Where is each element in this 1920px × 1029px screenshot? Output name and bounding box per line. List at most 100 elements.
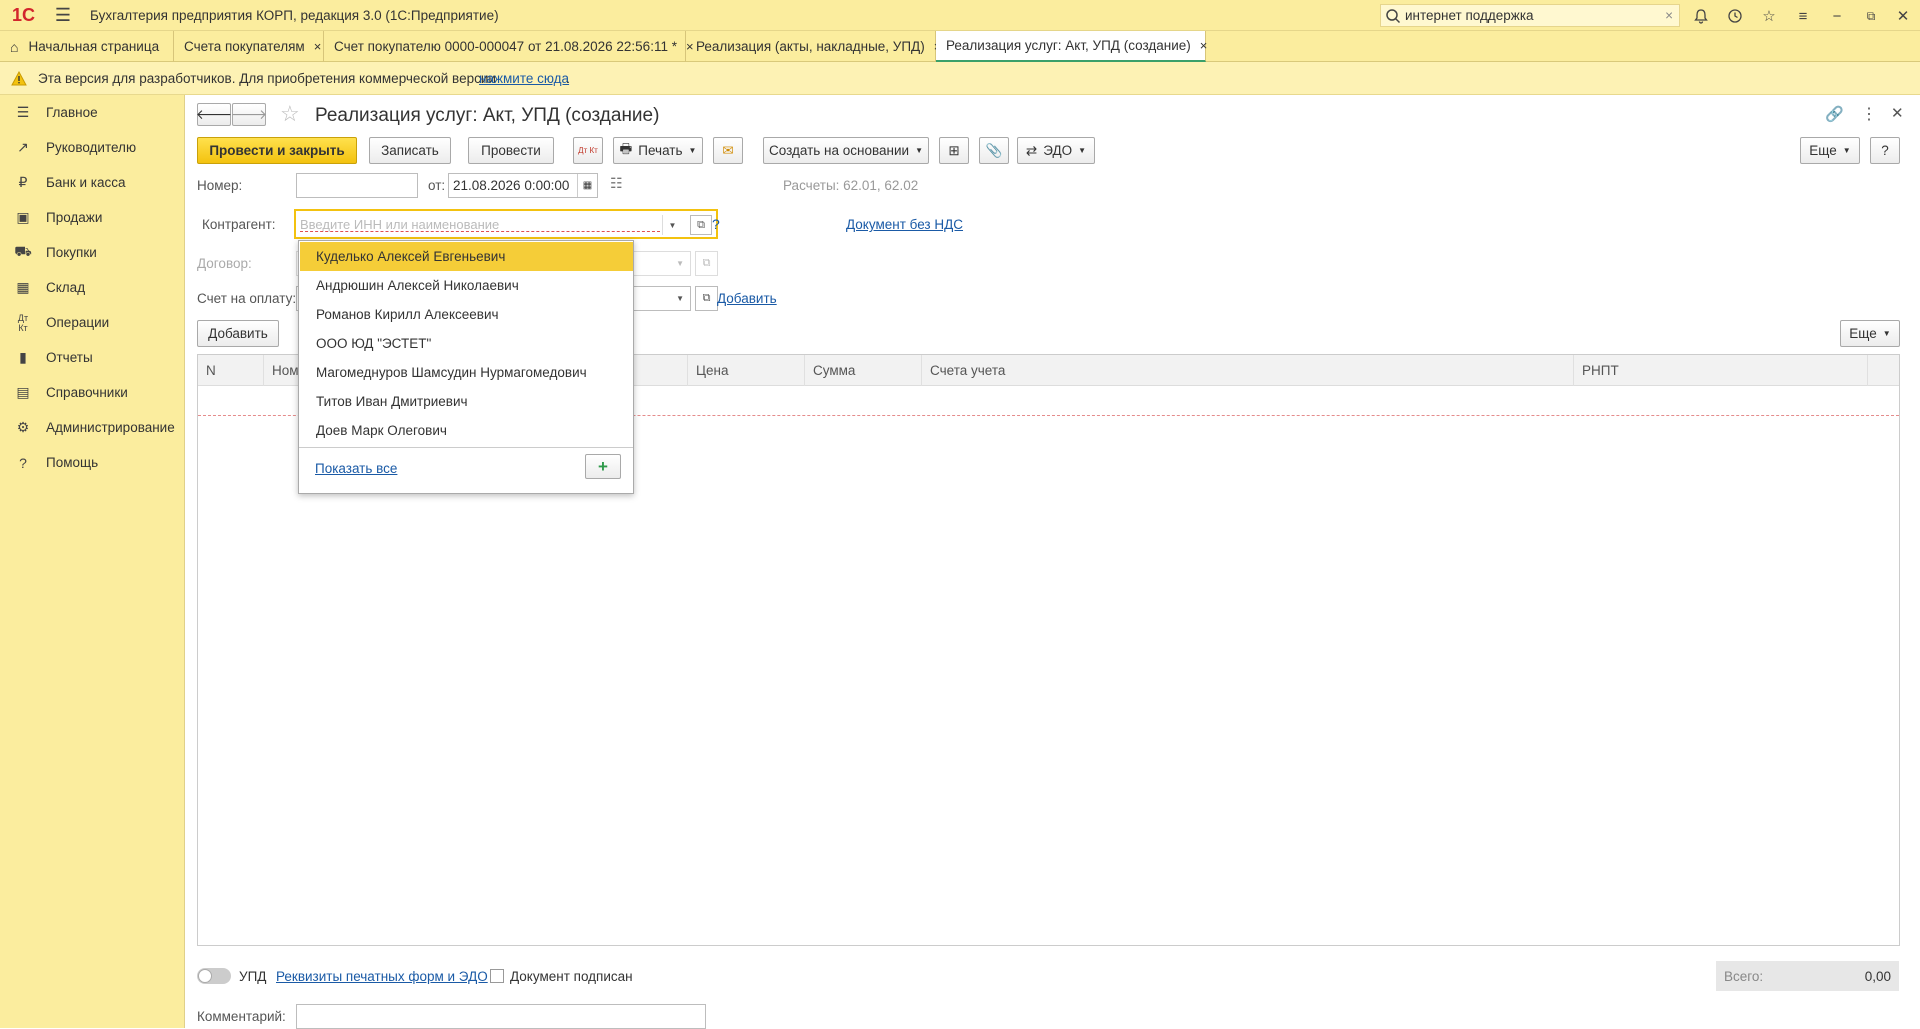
tab-close-icon[interactable]: ×: [314, 39, 322, 54]
more-button[interactable]: Еще ▼: [1800, 137, 1860, 164]
chevron-down-icon[interactable]: ▼: [662, 215, 682, 235]
sidebar-item-management[interactable]: ↗ Руководителю: [0, 130, 185, 165]
sidebar-item-bank[interactable]: ₽ Банк и касса: [0, 165, 185, 200]
create-counterparty-button[interactable]: +: [585, 454, 621, 479]
form-close-icon[interactable]: ✕: [1891, 104, 1904, 122]
back-button[interactable]: 🡐: [196, 103, 232, 126]
sidebar-item-main[interactable]: ☰ Главное: [0, 95, 185, 130]
open-icon[interactable]: ⧉: [690, 215, 712, 235]
tab-buyer-invoice-47[interactable]: Счет покупателю 0000-000047 от 21.08.202…: [324, 31, 694, 62]
column-sum[interactable]: Сумма: [805, 355, 922, 386]
dropdown-item[interactable]: ООО ЮД "ЭСТЕТ": [300, 329, 633, 358]
sidebar-item-warehouse[interactable]: ▦ Склад: [0, 270, 185, 305]
table-more-button[interactable]: Еще ▼: [1840, 320, 1900, 347]
signed-checkbox[interactable]: [490, 969, 504, 983]
structure-button[interactable]: ⊞: [939, 137, 969, 164]
tab-close-icon[interactable]: ×: [1200, 38, 1208, 53]
number-label: Номер:: [197, 178, 243, 193]
cart-icon: ⛟: [14, 243, 32, 259]
edo-button[interactable]: ⇄ ЭДО ▼: [1017, 137, 1095, 164]
tab-sales-services-create[interactable]: Реализация услуг: Акт, УПД (создание) ×: [936, 31, 1208, 62]
column-rnpt[interactable]: РНПТ: [1574, 355, 1868, 386]
print-requisites-link[interactable]: Реквизиты печатных форм и ЭДО: [276, 969, 488, 984]
forward-button[interactable]: 🡒: [231, 103, 267, 126]
open-icon: ⧉: [695, 251, 718, 276]
sidebar-item-reports[interactable]: ▮ Отчеты: [0, 340, 185, 375]
dropdown-divider: [299, 447, 633, 448]
number-field[interactable]: [296, 173, 418, 198]
column-price[interactable]: Цена: [688, 355, 805, 386]
column-accounts[interactable]: Счета учета: [922, 355, 1574, 386]
create-based-on-button[interactable]: Создать на основании ▼: [763, 137, 929, 164]
dropdown-item[interactable]: Куделько Алексей Евгеньевич: [300, 242, 633, 271]
comment-field[interactable]: [296, 1004, 706, 1029]
functions-menu-icon[interactable]: ≡: [1792, 5, 1814, 27]
edo-icon: ⇄: [1025, 142, 1038, 158]
favorites-star-icon[interactable]: ☆: [1758, 5, 1780, 27]
bar-chart-icon: ▮: [19, 349, 27, 365]
history-icon[interactable]: [1724, 5, 1746, 27]
more-actions-icon[interactable]: ⋮: [1861, 104, 1877, 124]
sidebar-item-label: Руководителю: [46, 140, 137, 155]
clear-search-icon[interactable]: ×: [1665, 8, 1673, 23]
date-field[interactable]: 21.08.2026 0:00:00 ▦: [448, 173, 598, 198]
ruble-icon: ₽: [18, 174, 28, 190]
toggle-knob: [198, 969, 212, 983]
sidebar-item-label: Отчеты: [46, 350, 93, 365]
sidebar-item-directories[interactable]: ▤ Справочники: [0, 375, 185, 410]
dropdown-item[interactable]: Романов Кирилл Алексеевич: [300, 300, 633, 329]
upd-toggle[interactable]: [197, 968, 231, 984]
print-button[interactable]: 🖶 Печать ▼: [613, 137, 703, 164]
post-button[interactable]: Провести: [468, 137, 554, 164]
bell-icon[interactable]: [1690, 5, 1712, 27]
email-button[interactable]: ✉: [713, 137, 743, 164]
add-invoice-link[interactable]: Добавить: [717, 291, 777, 306]
calendar-icon[interactable]: ▦: [577, 174, 597, 197]
sidebar-item-purchases[interactable]: ⛟ Покупки: [0, 235, 185, 270]
window-close-icon[interactable]: ✕: [1892, 5, 1914, 27]
show-all-link[interactable]: Показать все: [315, 461, 397, 476]
dropdown-item[interactable]: Титов Иван Дмитриевич: [300, 387, 633, 416]
tab-label: Реализация (акты, накладные, УПД): [696, 39, 925, 54]
printer-icon: 🖶: [619, 141, 633, 156]
dt-kt-button[interactable]: Дт Кт: [573, 137, 603, 164]
dropdown-item[interactable]: Магомеднуров Шамсудин Нурмагомедович: [300, 358, 633, 387]
sidebar-item-help[interactable]: ? Помощь: [0, 445, 185, 480]
counterparty-help-icon[interactable]: ?: [712, 216, 720, 232]
search-input[interactable]: интернет поддержка: [1405, 8, 1665, 23]
tab-sales-list[interactable]: Реализация (акты, накладные, УПД) ×: [686, 31, 941, 62]
purchase-link[interactable]: нажмите сюда: [479, 71, 569, 86]
chevron-down-icon: ▼: [1842, 146, 1851, 155]
column-n[interactable]: N: [198, 355, 264, 386]
post-and-close-button[interactable]: Провести и закрыть: [197, 137, 357, 164]
add-row-button[interactable]: Добавить: [197, 320, 279, 347]
document-form: 🡐 🡒 ☆ Реализация услуг: Акт, УПД (создан…: [185, 95, 1920, 1029]
sidebar-item-operations[interactable]: Дт Кт Операции: [0, 305, 185, 340]
no-vat-link[interactable]: Документ без НДС: [846, 217, 963, 232]
chevron-down-icon[interactable]: ▼: [676, 294, 684, 303]
restore-icon[interactable]: ⧉: [1860, 5, 1882, 27]
dropdown-item[interactable]: Андрюшин Алексей Николаевич: [300, 271, 633, 300]
attach-button[interactable]: 📎: [979, 137, 1009, 164]
sidebar-item-sales[interactable]: ▣ Продажи: [0, 200, 185, 235]
global-search[interactable]: интернет поддержка ×: [1380, 4, 1680, 27]
sidebar-item-label: Банк и касса: [46, 175, 126, 190]
open-icon[interactable]: ⧉: [695, 286, 718, 311]
counterparty-field[interactable]: Введите ИНН или наименование ▼ ⧉: [294, 209, 718, 239]
help-button[interactable]: ?: [1870, 137, 1900, 164]
notice-tail: .: [566, 71, 570, 86]
tab-buyer-invoices[interactable]: Счета покупателям ×: [174, 31, 324, 62]
save-button[interactable]: Записать: [369, 137, 451, 164]
minimize-icon[interactable]: −: [1826, 5, 1848, 27]
counterparty-dropdown: Куделько Алексей Евгеньевич Андрюшин Але…: [298, 240, 634, 494]
dropdown-item[interactable]: Доев Марк Олегович: [300, 416, 633, 445]
main-menu-icon[interactable]: ☰: [52, 4, 74, 26]
link-icon[interactable]: 🔗: [1825, 105, 1844, 123]
history-list-icon[interactable]: ☷: [610, 175, 623, 192]
counterparty-input[interactable]: Введите ИНН или наименование: [300, 217, 499, 232]
help-icon: ?: [19, 454, 27, 471]
favorite-star-icon[interactable]: ☆: [280, 101, 300, 127]
sidebar-item-admin[interactable]: ⚙ Администрирование: [0, 410, 185, 445]
chevron-down-icon: ▼: [1882, 329, 1891, 338]
tab-home[interactable]: ⌂ Начальная страница: [0, 31, 174, 62]
